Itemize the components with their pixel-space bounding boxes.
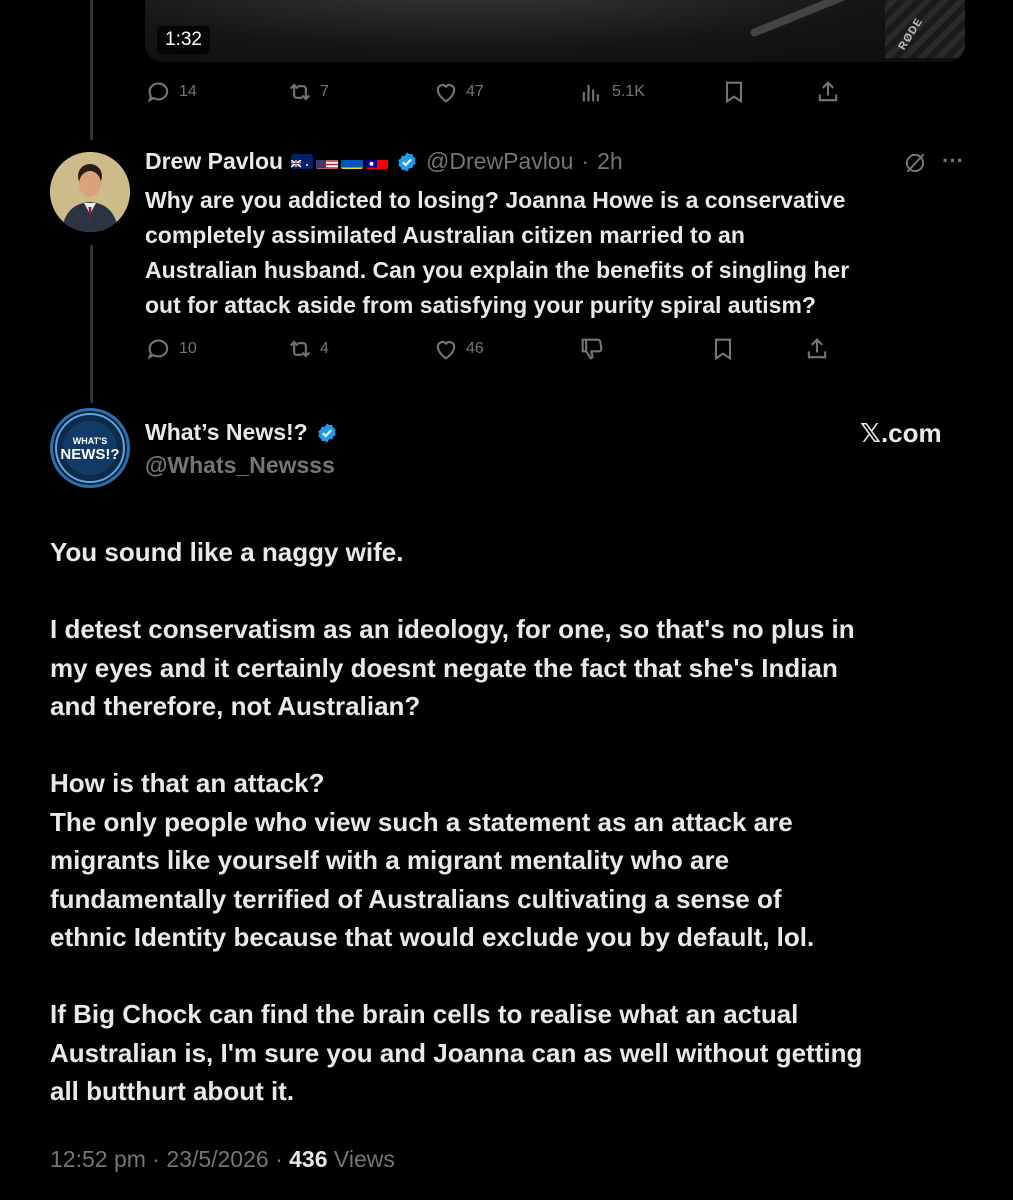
logo-text-top: WHAT'S (73, 436, 107, 446)
share-button[interactable] (814, 78, 842, 106)
reply-icon (147, 339, 169, 360)
whats-news-logo: WHAT'S NEWS!? (55, 413, 125, 483)
source-label: 𝕏.com (860, 418, 942, 448)
video-frame (145, 0, 965, 62)
microphone (885, 0, 965, 58)
repost-button[interactable]: 4 (286, 335, 329, 363)
grok-icon (905, 153, 925, 173)
like-button[interactable]: 47 (432, 78, 484, 106)
reply-line: out for attack aside from satisfying you… (145, 292, 816, 318)
views-button[interactable]: 5.1K (578, 78, 645, 106)
downvote-button[interactable] (578, 335, 606, 363)
reply-count: 14 (179, 83, 197, 100)
repost-icon (289, 83, 311, 101)
bookmark-icon (725, 81, 743, 104)
heart-icon (436, 84, 456, 103)
views-label: Views (333, 1146, 395, 1172)
meta-separator: · (152, 1146, 160, 1172)
share-icon (807, 338, 827, 359)
reply-line: completely assimilated Australian citize… (145, 222, 745, 248)
tweet-line: migrants like yourself with a migrant me… (50, 845, 730, 875)
avatar-drew-pavlou[interactable] (50, 152, 130, 232)
repost-icon (289, 340, 311, 358)
main-author-row: What’s News!? (145, 419, 338, 446)
logo-text-bottom: NEWS!? (60, 446, 119, 463)
tweet-line: If Big Chock can find the brain cells to… (50, 999, 799, 1029)
tweet-line: Australian is, I'm sure you and Joanna c… (50, 1037, 863, 1068)
analytics-icon (582, 85, 599, 102)
reply-button[interactable]: 14 (145, 78, 197, 106)
tweet-line: You sound like a naggy wife. (50, 537, 404, 567)
avatar-illustration (50, 152, 130, 232)
grok-button[interactable] (902, 150, 928, 176)
main-author-name[interactable]: What’s News!? (145, 419, 308, 446)
view-count: 436 (289, 1146, 328, 1172)
flag-taiwan-icon (366, 154, 389, 169)
tweet-meta: 12:52 pm · 23/5/2026 · 436 Views (50, 1146, 395, 1173)
flag-ukraine-icon (341, 154, 364, 169)
share-icon (818, 81, 838, 102)
verified-badge-icon (398, 151, 416, 172)
reply-icon (147, 82, 169, 103)
reply-author-name[interactable]: Drew Pavlou (145, 148, 283, 175)
tweet-line: I detest conservatism as an ideology, fo… (50, 614, 855, 644)
thread-line-mid (90, 245, 93, 403)
reply-time[interactable]: 2h (597, 148, 623, 175)
flag-usa-icon (316, 154, 339, 169)
flag-emojis (291, 154, 389, 169)
like-count: 47 (466, 83, 484, 100)
meta-separator: · (581, 148, 590, 174)
tweet-line: my eyes and it certainly doesnt negate t… (50, 652, 838, 683)
tweet-date[interactable]: 23/5/2026 (166, 1146, 268, 1172)
tweet-line: The only people who view such a statemen… (50, 806, 793, 837)
reply-button[interactable]: 10 (145, 335, 197, 363)
heart-icon (436, 341, 456, 360)
reply-line: Australian husband. Can you explain the … (145, 257, 850, 283)
main-author-handle[interactable]: @Whats_Newsss (145, 452, 335, 479)
verified-badge-icon (318, 422, 336, 443)
thread-line-top (90, 0, 93, 140)
tweet-line: How is that an attack? (50, 768, 325, 798)
repost-count: 7 (320, 83, 329, 100)
like-count: 46 (466, 340, 484, 357)
repost-button[interactable]: 7 (286, 78, 329, 106)
tweet-line: and therefore, not Australian? (50, 691, 421, 721)
tweet-line: ethnic Identity because that would exclu… (50, 922, 815, 952)
thumbs-down-icon (581, 338, 603, 360)
reply-author-row: Drew Pavlou @DrewPavlou · 2h (145, 148, 623, 175)
reply-body: Why are you addicted to losing? Joanna H… (145, 183, 965, 323)
tweet-time[interactable]: 12:52 pm (50, 1146, 146, 1172)
video-duration: 1:32 (157, 26, 210, 54)
bookmark-button[interactable] (720, 78, 748, 106)
video-player[interactable]: RØDE 1:32 (145, 0, 965, 62)
more-options-button[interactable]: ··· (942, 148, 964, 174)
like-button[interactable]: 46 (432, 335, 484, 363)
more-options-icon: ··· (942, 148, 964, 173)
tweet-line: all butthurt about it. (50, 1076, 295, 1106)
main-tweet-body: You sound like a naggy wife. I detest co… (50, 533, 970, 1111)
reply-line: Why are you addicted to losing? Joanna H… (145, 187, 846, 213)
avatar-whats-news[interactable]: WHAT'S NEWS!? (50, 408, 130, 488)
share-button[interactable] (803, 335, 831, 363)
flag-australia-icon (291, 154, 314, 169)
bookmark-button[interactable] (709, 335, 737, 363)
meta-separator: · (275, 1146, 283, 1172)
reply-count: 10 (179, 340, 197, 357)
reply-author-handle[interactable]: @DrewPavlou (426, 148, 573, 175)
tweet-line: fundamentally terrified of Australians c… (50, 883, 782, 914)
repost-count: 4 (320, 340, 329, 357)
views-count: 5.1K (612, 83, 645, 100)
bookmark-icon (714, 338, 732, 361)
